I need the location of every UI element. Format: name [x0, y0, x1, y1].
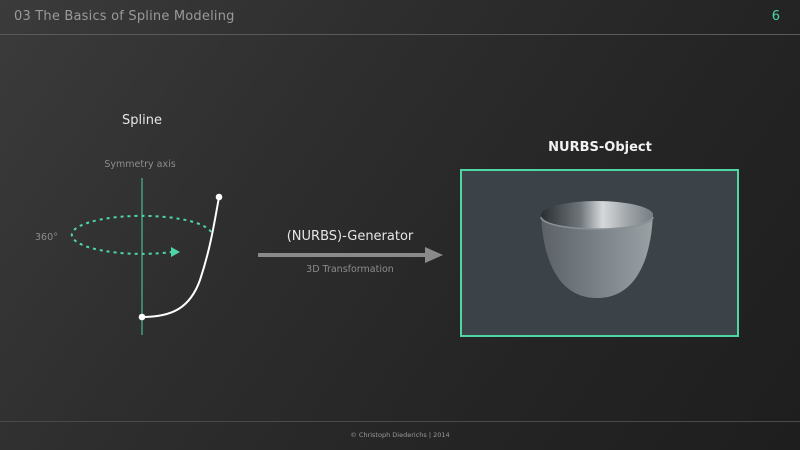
bowl-render-image	[540, 201, 654, 298]
rotation-arrowhead-icon	[171, 247, 180, 257]
transform-label: 3D Transformation	[306, 264, 394, 275]
bowl-inner-surface	[541, 201, 653, 229]
nurbs-object-title: NURBS-Object	[548, 140, 652, 155]
transform-arrowhead-icon	[425, 247, 443, 263]
spline-start-point	[138, 313, 146, 321]
rotation-angle-label: 360°	[35, 232, 58, 243]
nurbs-render-viewport	[460, 169, 739, 337]
footer-divider	[0, 421, 800, 422]
spline-end-point	[215, 193, 223, 201]
symmetry-axis-label: Symmetry axis	[104, 159, 176, 170]
rotation-path	[70, 214, 212, 255]
spline-title: Spline	[122, 113, 162, 128]
copyright-footer: © Christoph Diederichs | 2014	[350, 431, 450, 439]
spline-curve	[141, 196, 220, 318]
generator-label: (NURBS)-Generator	[286, 229, 414, 244]
